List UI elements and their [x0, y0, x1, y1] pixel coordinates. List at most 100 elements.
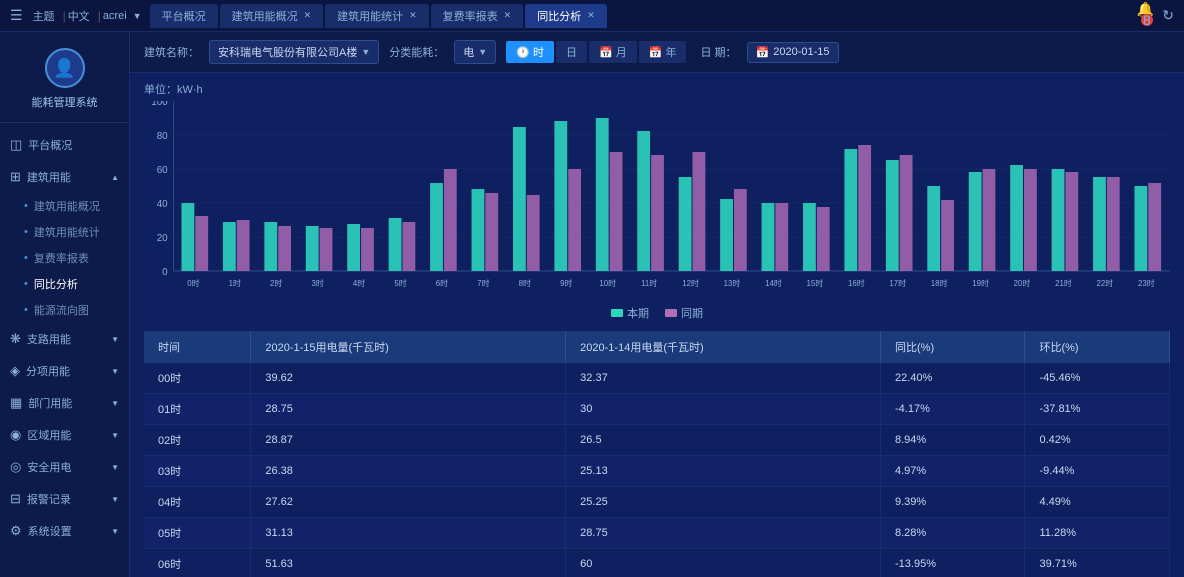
branch-icon: ❋: [10, 331, 21, 347]
sidebar-item-branch[interactable]: ❋ 支路用能 ▼: [0, 323, 129, 355]
legend-prev: 同期: [665, 305, 703, 321]
date-picker[interactable]: 📅 2020-01-15: [747, 42, 839, 63]
category-select[interactable]: 电 ▼: [454, 40, 496, 64]
cell-time: 00时: [144, 363, 251, 394]
refresh-icon[interactable]: ↻: [1162, 7, 1174, 24]
tab-building-overview[interactable]: 建筑用能概况 ✕: [220, 4, 324, 28]
chevron-right-icon3: ▼: [111, 399, 119, 408]
date-label: 日 期：: [700, 44, 736, 60]
svg-text:11时: 11时: [641, 278, 657, 288]
tab-rate-report[interactable]: 复费率报表 ✕: [431, 4, 524, 28]
building-label: 建筑名称：: [144, 44, 199, 60]
svg-text:100: 100: [151, 101, 168, 108]
table-row: 04时 27.62 25.25 9.39% 4.49%: [144, 487, 1170, 518]
cell-current: 28.87: [251, 425, 566, 456]
chevron-right-icon6: ▼: [111, 495, 119, 504]
building-select[interactable]: 安科瑞电气股份有限公司A楼 ▼: [209, 40, 379, 64]
chevron-right-icon2: ▼: [111, 367, 119, 376]
sidebar-item-sub-items[interactable]: ◈ 分项用能 ▼: [0, 355, 129, 387]
col-header-current: 2020-1-15用电量(千瓦时): [251, 331, 566, 363]
tab-close-building-overview[interactable]: ✕: [304, 10, 312, 21]
sidebar-item-rate-report[interactable]: 复费率报表: [16, 245, 129, 271]
sidebar-item-alarm[interactable]: ⊟ 报警记录 ▼: [0, 483, 129, 515]
unit-label: 单位：kW·h: [144, 81, 1170, 97]
tab-building-stats[interactable]: 建筑用能统计 ✕: [325, 4, 429, 28]
top-navigation: ☰ 主题 | 中文 | acrei ▼ 平台概况 建筑用能概况 ✕ 建筑用能统计…: [0, 0, 1184, 32]
cell-prev: 25.25: [566, 487, 881, 518]
svg-text:5时: 5时: [394, 278, 406, 288]
platform-icon: ◫: [10, 137, 22, 153]
svg-text:40: 40: [157, 199, 168, 210]
col-header-time: 时间: [144, 331, 251, 363]
svg-text:12时: 12时: [682, 278, 699, 288]
table-row: 05时 31.13 28.75 8.28% 11.28%: [144, 518, 1170, 549]
sidebar-item-zone[interactable]: ◉ 区域用能 ▼: [0, 419, 129, 451]
notification-icon[interactable]: 🔔 8: [1137, 1, 1154, 30]
time-button-group: 🕐 时 日 📅 月 📅 年: [506, 41, 686, 63]
svg-text:16时: 16时: [848, 278, 865, 288]
tab-close-building-stats[interactable]: ✕: [409, 10, 417, 21]
sidebar-item-building-energy[interactable]: ⊞ 建筑用能 ▲: [0, 161, 129, 193]
content-area: 建筑名称： 安科瑞电气股份有限公司A楼 ▼ 分类能耗： 电 ▼ 🕐 时 日 📅: [130, 32, 1184, 577]
user-label[interactable]: acrei: [103, 10, 127, 22]
svg-text:0: 0: [162, 267, 168, 278]
chart-svg: 100 80 60 40 20 0 0时: [144, 101, 1170, 301]
legend-current: 本期: [611, 305, 649, 321]
cell-time: 03时: [144, 456, 251, 487]
building-energy-submenu: 建筑用能概况 建筑用能统计 复费率报表 同比分析 能源流向图: [0, 193, 129, 323]
cell-prev: 60: [566, 549, 881, 577]
sidebar-item-energy-flow[interactable]: 能源流向图: [16, 297, 129, 323]
sidebar-item-building-stats[interactable]: 建筑用能统计: [16, 219, 129, 245]
cell-yoy: 9.39%: [881, 487, 1025, 518]
legend-prev-color: [665, 309, 677, 317]
alarm-icon: ⊟: [10, 491, 21, 507]
cell-current: 39.62: [251, 363, 566, 394]
svg-text:80: 80: [157, 131, 168, 142]
time-btn-month[interactable]: 📅 月: [589, 41, 637, 63]
time-btn-year[interactable]: 📅 年: [639, 41, 687, 63]
chart-legend: 本期 同期: [144, 301, 1170, 327]
svg-text:60: 60: [157, 165, 168, 176]
svg-text:7时: 7时: [477, 278, 489, 288]
top-right-icons: 🔔 8 ↻: [1137, 1, 1174, 30]
cell-yoy: 8.28%: [881, 518, 1025, 549]
time-btn-hour[interactable]: 🕐 时: [506, 41, 554, 63]
col-header-mom: 环比(%): [1025, 331, 1170, 363]
cell-mom: -45.46%: [1025, 363, 1170, 394]
cell-yoy: -4.17%: [881, 394, 1025, 425]
sidebar-item-safety[interactable]: ◎ 安全用电 ▼: [0, 451, 129, 483]
cell-yoy: 4.97%: [881, 456, 1025, 487]
toolbar: 建筑名称： 安科瑞电气股份有限公司A楼 ▼ 分类能耗： 电 ▼ 🕐 时 日 📅: [130, 32, 1184, 73]
svg-text:10时: 10时: [599, 278, 616, 288]
cell-yoy: 8.94%: [881, 425, 1025, 456]
legend-current-color: [611, 309, 623, 317]
tab-yoy-analysis[interactable]: 同比分析 ✕: [525, 4, 607, 28]
time-btn-day[interactable]: 日: [556, 41, 587, 63]
table-row: 06时 51.63 60 -13.95% 39.71%: [144, 549, 1170, 577]
sidebar-logo: 👤 能耗管理系统: [0, 32, 129, 123]
tab-close-rate-report[interactable]: ✕: [504, 10, 512, 21]
cell-current: 28.75: [251, 394, 566, 425]
svg-text:4时: 4时: [353, 278, 365, 288]
settings-icon: ⚙: [10, 523, 22, 539]
sidebar-item-yoy[interactable]: 同比分析: [16, 271, 129, 297]
lang-selector[interactable]: 中文: [68, 8, 90, 24]
building-dropdown-icon: ▼: [361, 47, 370, 57]
sidebar-item-platform[interactable]: ◫ 平台概况: [0, 129, 129, 161]
sidebar-item-building-overview[interactable]: 建筑用能概况: [16, 193, 129, 219]
cell-current: 31.13: [251, 518, 566, 549]
cell-mom: 11.28%: [1025, 518, 1170, 549]
sidebar-item-dept[interactable]: ▦ 部门用能 ▼: [0, 387, 129, 419]
calendar-icon: 📅: [756, 46, 770, 59]
system-title: 能耗管理系统: [32, 94, 98, 110]
tab-platform[interactable]: 平台概况: [150, 4, 218, 28]
svg-text:19时: 19时: [972, 278, 989, 288]
cell-prev: 32.37: [566, 363, 881, 394]
sidebar-item-settings[interactable]: ⚙ 系统设置 ▼: [0, 515, 129, 547]
hamburger-menu[interactable]: ☰: [10, 7, 23, 24]
svg-text:21时: 21时: [1055, 278, 1072, 288]
user-dropdown-icon[interactable]: ▼: [133, 11, 142, 21]
chart-section: 单位：kW·h 100 80 60 40 20 0: [130, 73, 1184, 331]
theme-selector[interactable]: 主题: [33, 8, 55, 24]
tab-close-yoy[interactable]: ✕: [587, 10, 595, 21]
